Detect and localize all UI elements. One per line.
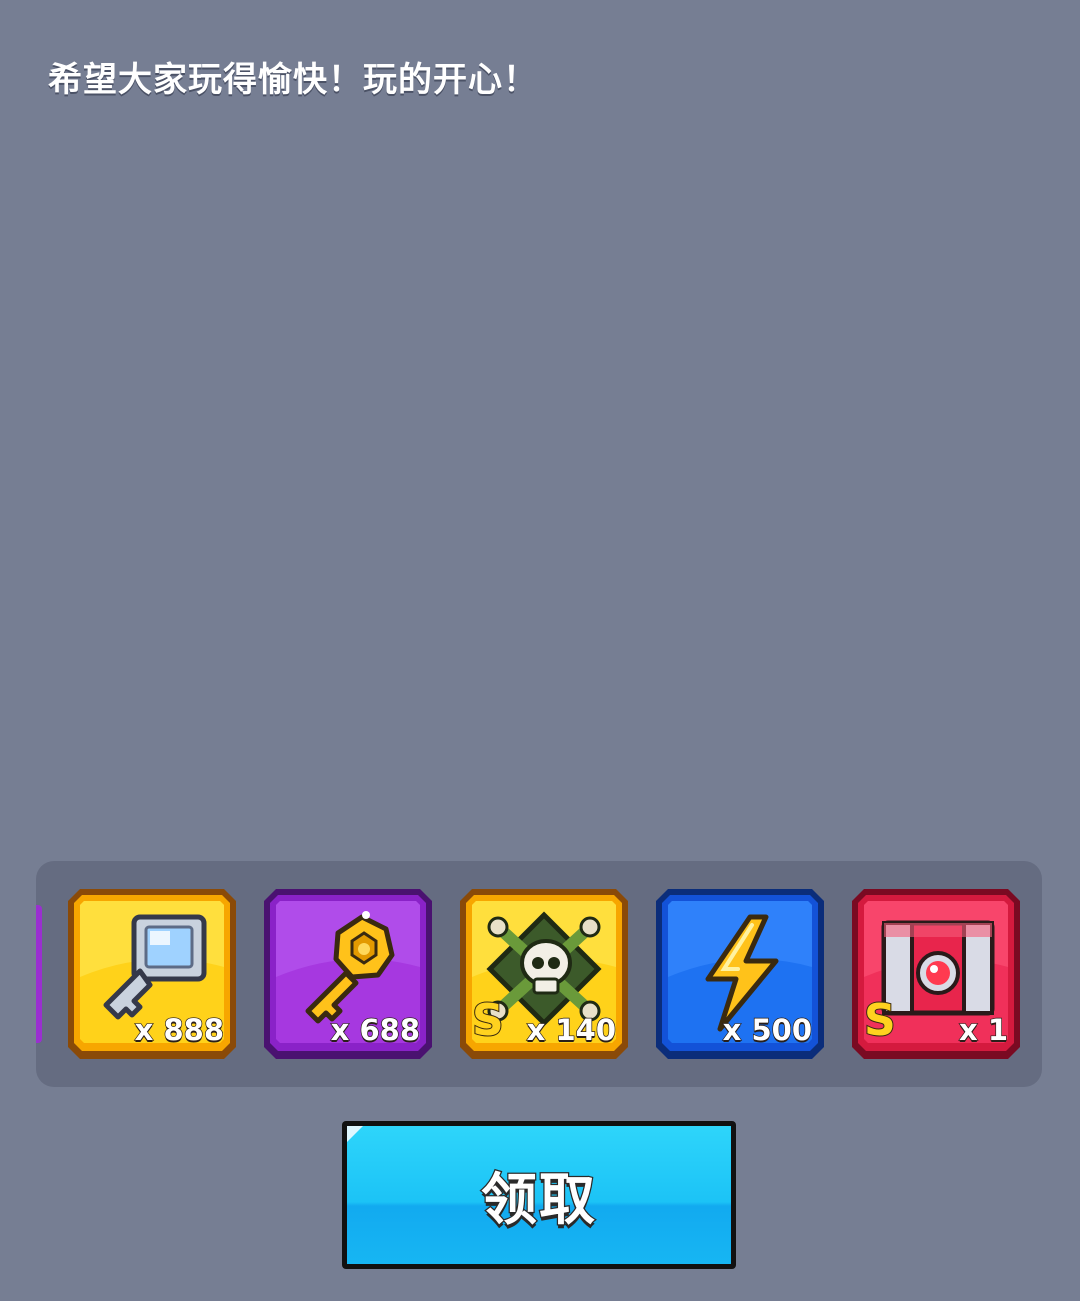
reward-item-skull-emblem[interactable]: S x 140	[458, 887, 630, 1061]
claim-button-label: 领取	[480, 1166, 597, 1234]
reward-quantity: x 688	[330, 1012, 421, 1047]
message-text: 希望大家玩得愉快！玩的开心！	[48, 60, 538, 100]
reward-item-gold-key[interactable]: x 688	[262, 887, 434, 1061]
partial-reward-item	[36, 905, 42, 1043]
reward-tier: S	[863, 995, 897, 1046]
claim-button[interactable]: 领取	[342, 1121, 736, 1269]
reward-item-energy[interactable]: x 500	[654, 887, 826, 1061]
reward-item-silver-key[interactable]: x 888	[66, 887, 238, 1061]
claim-button-face[interactable]: 领取	[347, 1126, 731, 1264]
reward-item-chest[interactable]: S x 1	[850, 887, 1022, 1061]
reward-tray[interactable]: x 888 x 688 S x 140 x 500 S x 1	[36, 861, 1042, 1087]
reward-quantity: x 500	[722, 1012, 813, 1047]
reward-quantity: x 888	[134, 1012, 225, 1047]
reward-quantity: x 140	[526, 1012, 617, 1047]
reward-tier: S	[471, 995, 505, 1046]
reward-quantity: x 1	[958, 1012, 1008, 1047]
